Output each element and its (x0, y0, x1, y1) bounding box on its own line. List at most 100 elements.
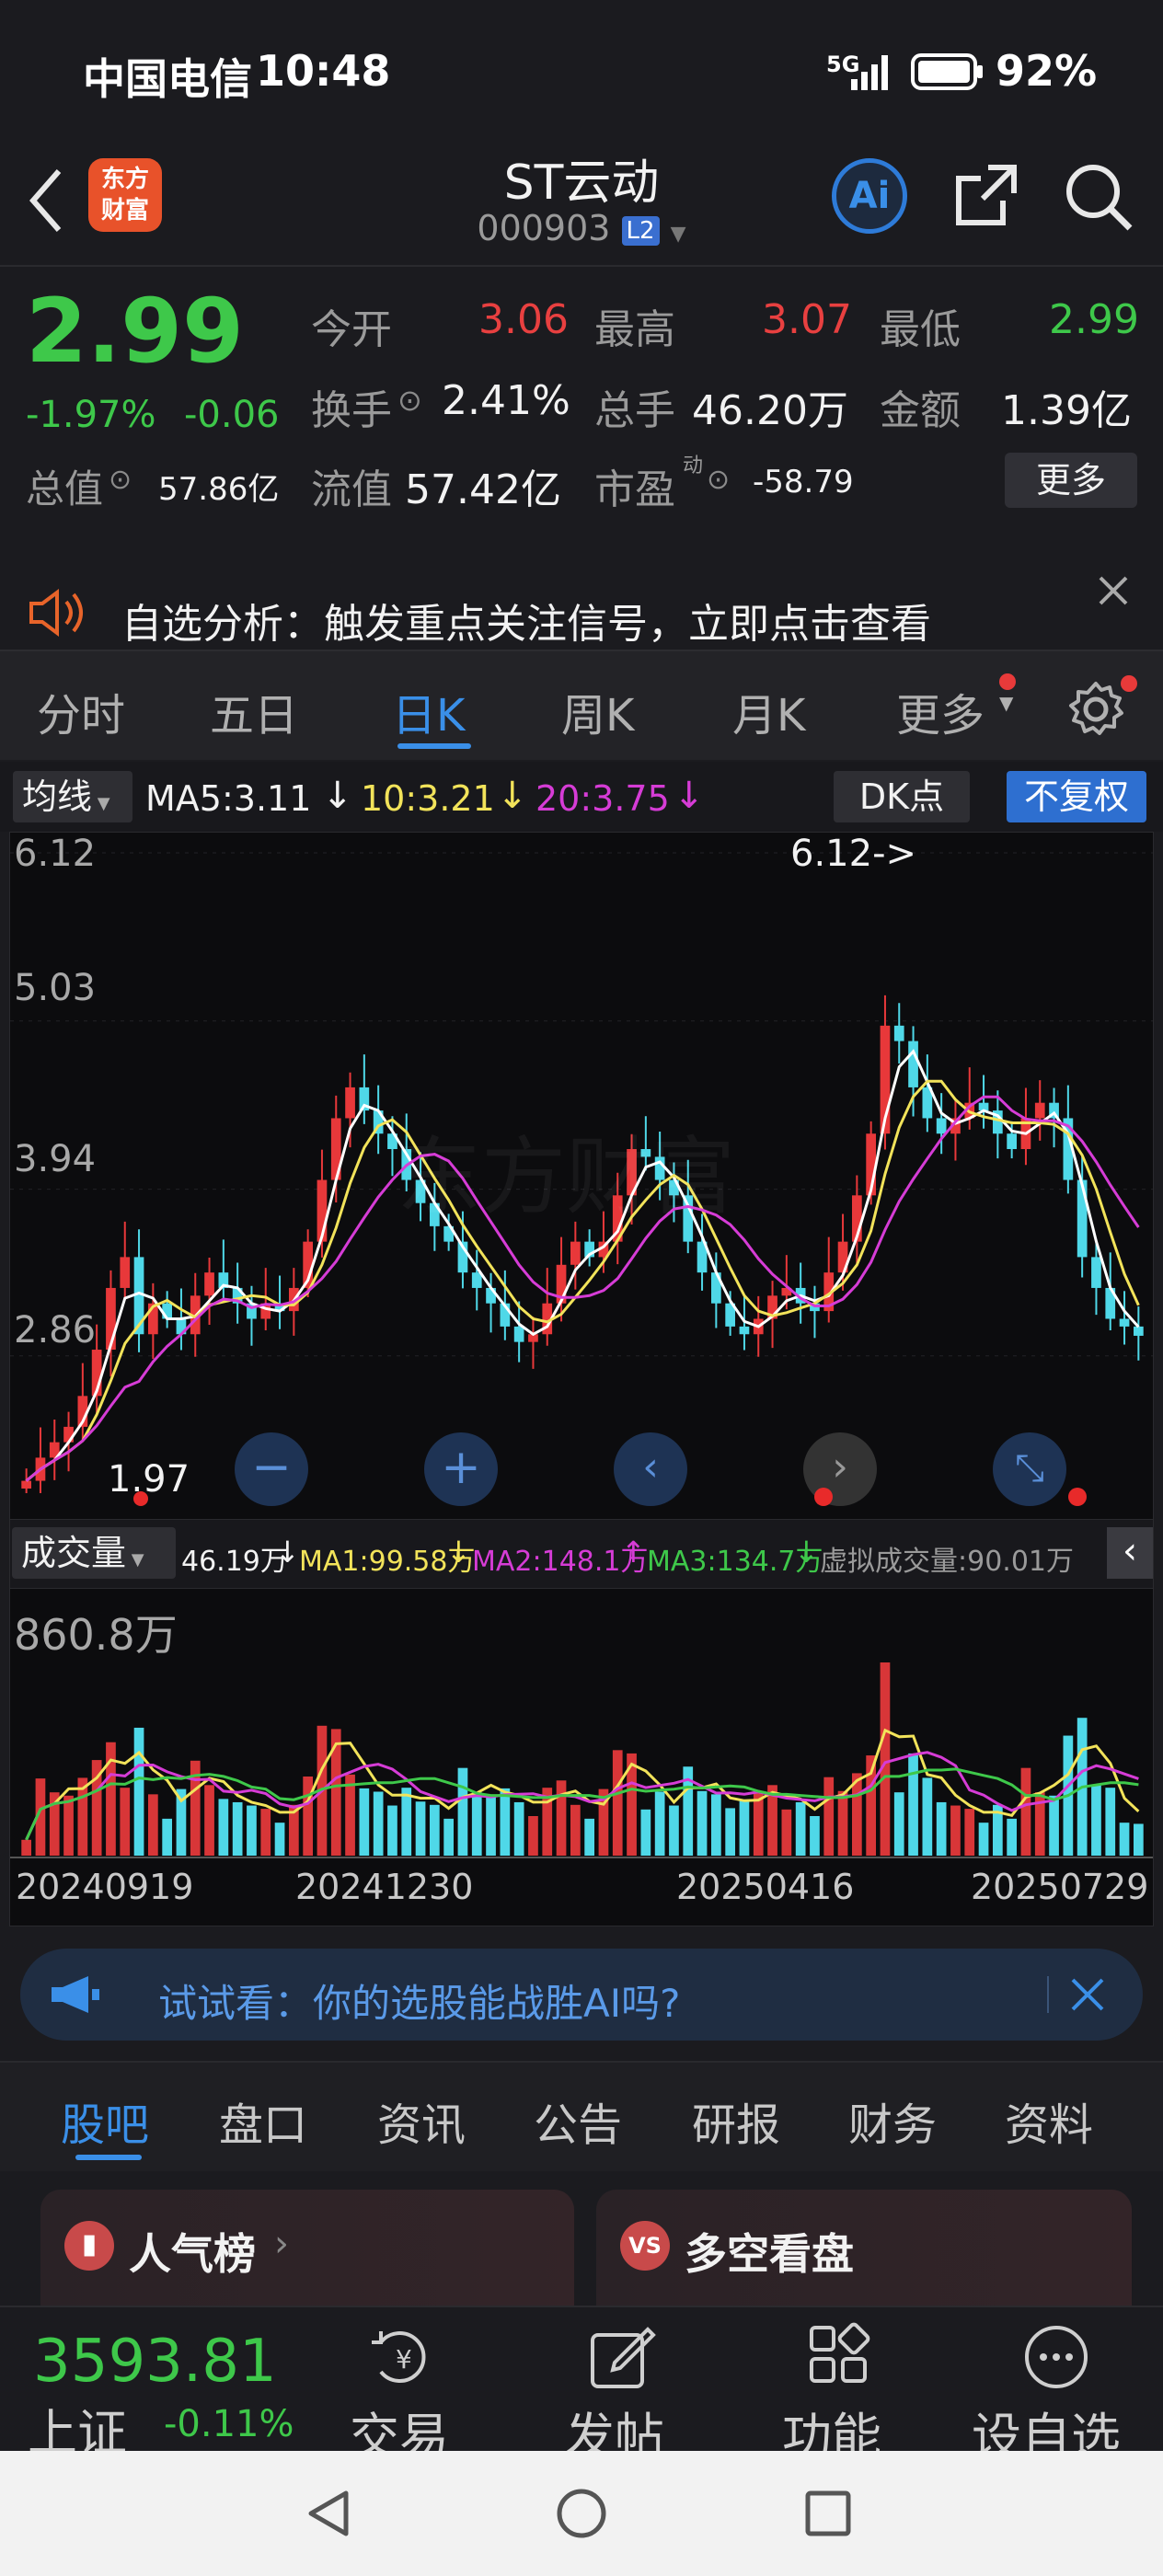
volume-bar (922, 1777, 933, 1856)
min-price-annotation: 1.97 (108, 1458, 190, 1501)
volume-bar (978, 1823, 989, 1856)
stock-code-row[interactable]: 000903 L2 ▼ (368, 208, 795, 248)
candle-body (570, 1241, 581, 1265)
info-icon[interactable]: ⊙ (109, 464, 132, 496)
candle-body (936, 1118, 947, 1134)
level2-badge: L2 (621, 215, 660, 246)
volume-bar (556, 1780, 567, 1856)
volume-bar (133, 1727, 144, 1856)
tab-five-day[interactable]: 五日 (210, 679, 298, 743)
volume-bar (120, 1788, 131, 1856)
volume-bar (274, 1823, 285, 1856)
index-value[interactable]: 3593.81 (33, 2328, 277, 2396)
brand-logo-line2: 财富 (100, 197, 149, 224)
close-icon[interactable] (1097, 574, 1130, 607)
volume-arrow: ↓ (446, 1535, 471, 1570)
tab-daily-k[interactable]: 日K (392, 679, 465, 743)
ai-prompt-banner[interactable]: 试试看：你的选股能战胜AI吗? (20, 1949, 1143, 2041)
ma20-arrow: ↓ (674, 775, 705, 817)
tab-orderbook[interactable]: 盘口 (219, 2088, 307, 2153)
fullscreen-button[interactable]: ⤡ (993, 1432, 1066, 1506)
y-tick-label: 5.03 (14, 967, 97, 1009)
brand-logo-line1: 东方 (100, 166, 149, 193)
volume-bar (837, 1790, 848, 1856)
tab-news[interactable]: 资讯 (377, 2088, 466, 2153)
signal-banner[interactable]: 自选分析：触发重点关注信号，立即点击查看 (0, 543, 1163, 648)
volume-bar (218, 1799, 229, 1856)
svg-text:¥: ¥ (396, 2344, 412, 2375)
volume-bar (1105, 1788, 1116, 1856)
ai-button[interactable]: Ai (832, 158, 907, 234)
scroll-left-button[interactable]: ‹ (614, 1432, 687, 1506)
candle-body (120, 1257, 131, 1288)
popularity-card[interactable]: ▮ 人气榜 › (40, 2190, 574, 2306)
volume-bar (415, 1801, 426, 1856)
tab-more[interactable]: 更多 (896, 679, 985, 743)
y-tick-label: 2.86 (14, 1309, 97, 1351)
info-icon[interactable]: ⊙ (707, 464, 730, 496)
tab-forum[interactable]: 股吧 (61, 2088, 149, 2153)
content-tabs: 股吧 盘口 资讯 公告 研报 财务 资料 (0, 2061, 1163, 2171)
recents-square-icon[interactable] (804, 2490, 852, 2537)
candle-body (739, 1326, 750, 1335)
volume-bar (1133, 1823, 1144, 1856)
adjust-button[interactable]: 不复权 (1007, 771, 1146, 822)
volume-bar (1091, 1784, 1101, 1856)
candle-body (345, 1087, 355, 1119)
search-icon[interactable] (1062, 160, 1135, 234)
zoom-out-button[interactable]: − (235, 1432, 308, 1506)
volume-max-label: 860.8万 (14, 1610, 178, 1660)
tab-weekly-k[interactable]: 周K (561, 679, 634, 743)
carrier: 中国电信 (83, 54, 252, 104)
long-short-card[interactable]: VS 多空看盘 (596, 2190, 1132, 2306)
open-value: 3.06 (478, 296, 569, 343)
volume-chart[interactable]: 860.8万 20240919 20241230 20250416 202507… (9, 1588, 1154, 1926)
trade-icon: ¥ (372, 2331, 426, 2383)
versus-icon: VS (620, 2221, 670, 2271)
volume-legend-bar: 成交量 ▼ 46.19万 ↓ MA1:99.58万 ↓ MA2:148.1万 ↑… (9, 1520, 1154, 1588)
volume-bar (429, 1804, 440, 1856)
volume-bar (486, 1795, 496, 1856)
zoom-in-button[interactable]: + (424, 1432, 498, 1506)
y-tick-label: 3.94 (14, 1138, 97, 1180)
tab-intraday[interactable]: 分时 (37, 679, 125, 743)
home-circle-icon[interactable] (556, 2488, 607, 2539)
volume-arrow: ↑ (621, 1535, 646, 1570)
volume-bar (936, 1801, 947, 1856)
share-icon[interactable] (951, 160, 1021, 230)
speaker-icon (29, 589, 83, 637)
stock-header: 东方 财富 ST云动 000903 L2 ▼ Ai (0, 138, 1163, 267)
brand-logo[interactable]: 东方 财富 (88, 158, 162, 232)
market-cap-value: 57.86亿 (158, 471, 280, 508)
more-button[interactable]: 更多 (1005, 453, 1137, 508)
tab-financials[interactable]: 财务 (848, 2088, 937, 2153)
tab-announcements[interactable]: 公告 (534, 2088, 622, 2153)
back-triangle-icon[interactable] (304, 2488, 355, 2539)
gear-icon[interactable] (1067, 681, 1124, 738)
volume-bar (345, 1774, 355, 1856)
tab-active-indicator (397, 743, 471, 749)
volume-bar (753, 1792, 764, 1856)
collapse-button[interactable]: ‹ (1107, 1527, 1153, 1579)
tab-monthly-k[interactable]: 月K (732, 679, 805, 743)
volume-bar (880, 1662, 891, 1856)
quote-panel: 2.99 -1.97% -0.06 今开 3.06 最高 3.07 最低 2.9… (0, 269, 1163, 535)
kline-chart[interactable]: 东方财富 6.12 5.03 3.94 2.86 6.12-> 1.97 − +… (9, 832, 1154, 1520)
ma-selector[interactable]: 均线 ▼ (13, 771, 132, 822)
volume-bar (443, 1818, 455, 1856)
volume-bar (528, 1815, 538, 1856)
chevron-down-icon: ▼ (999, 692, 1014, 714)
info-icon[interactable]: ⊙ (397, 383, 422, 418)
high-value: 3.07 (762, 296, 852, 343)
close-icon[interactable] (1069, 1976, 1106, 2013)
volume-bar (359, 1788, 370, 1856)
volume-bar (204, 1785, 214, 1856)
dk-point-button[interactable]: DK点 (834, 771, 970, 822)
candle-body (1077, 1179, 1088, 1258)
candle-body (908, 1041, 918, 1087)
back-arrow-icon[interactable] (26, 166, 66, 236)
tab-profile[interactable]: 资料 (1005, 2088, 1093, 2153)
volume-selector[interactable]: 成交量 ▼ (12, 1527, 176, 1579)
volume-bar (387, 1805, 397, 1856)
tab-research[interactable]: 研报 (692, 2088, 780, 2153)
